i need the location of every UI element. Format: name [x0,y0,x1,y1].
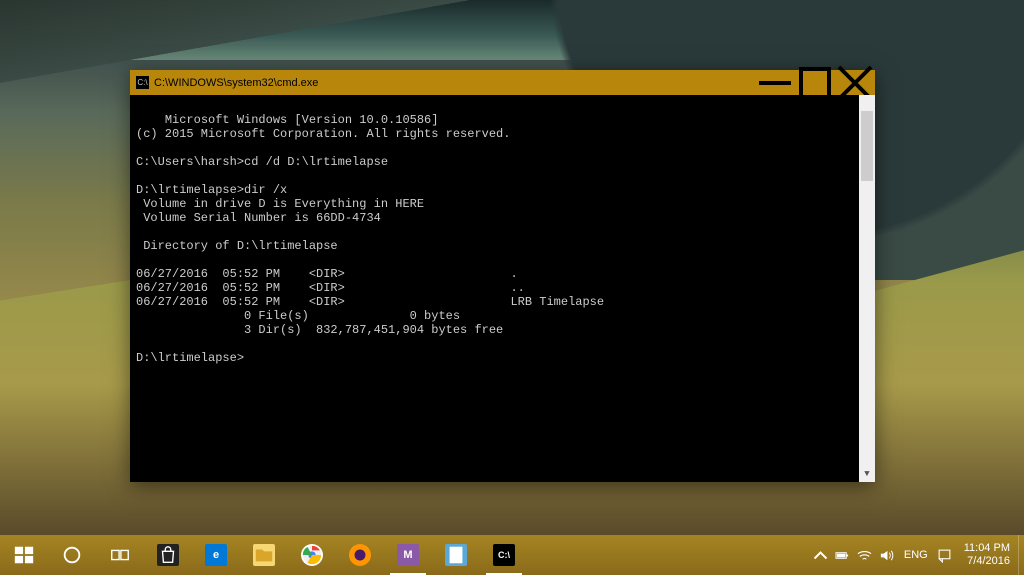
taskbar-app-store[interactable] [144,535,192,575]
scrollbar[interactable]: ▲ ▼ [859,95,875,482]
tray-language[interactable]: ENG [898,549,934,561]
window-title: C:\WINDOWS\system32\cmd.exe [154,77,755,89]
show-desktop-button[interactable] [1018,535,1024,575]
tray-clock[interactable]: 11:04 PM 7/4/2016 [956,542,1018,568]
start-button[interactable] [0,535,48,575]
tray-volume-icon[interactable] [876,535,898,575]
terminal-output: Microsoft Windows [Version 10.0.10586] (… [136,113,604,365]
cortana-search[interactable] [48,535,96,575]
terminal-body[interactable]: Microsoft Windows [Version 10.0.10586] (… [130,95,875,482]
taskbar-app-chrome[interactable] [288,535,336,575]
tray-chevron-up-icon[interactable] [810,535,832,575]
tray-notifications-icon[interactable] [934,535,956,575]
scroll-down-icon[interactable]: ▼ [859,466,875,482]
tray-wifi-icon[interactable] [854,535,876,575]
taskbar-app-file-explorer[interactable] [240,535,288,575]
cmd-icon: C:\ [136,76,149,89]
taskbar: e M C:\ ENG [0,535,1024,575]
tray-time: 11:04 PM [964,542,1010,555]
task-view-button[interactable] [96,535,144,575]
titlebar[interactable]: C:\ C:\WINDOWS\system32\cmd.exe [130,70,875,95]
minimize-button[interactable] [755,70,795,95]
scroll-thumb[interactable] [861,111,873,181]
taskbar-app-firefox[interactable] [336,535,384,575]
cmd-window[interactable]: C:\ C:\WINDOWS\system32\cmd.exe Microsof… [130,70,875,482]
maximize-button[interactable] [795,70,835,95]
taskbar-app-cmd[interactable]: C:\ [480,535,528,575]
taskbar-app-edge[interactable]: e [192,535,240,575]
tray-date: 7/4/2016 [964,555,1010,568]
taskbar-app-mail[interactable]: M [384,535,432,575]
close-button[interactable] [835,70,875,95]
tray-battery-icon[interactable] [832,535,854,575]
taskbar-app-notepad[interactable] [432,535,480,575]
